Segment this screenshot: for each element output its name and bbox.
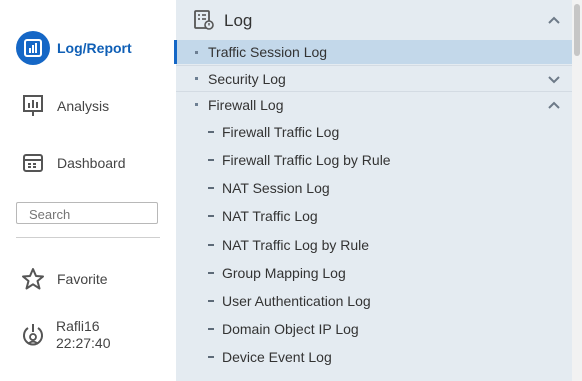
user-power-icon [16, 318, 50, 352]
star-icon [16, 262, 50, 296]
dash-icon [208, 187, 214, 189]
dash-icon [208, 272, 214, 274]
dash-icon [208, 244, 214, 246]
sidebar-item-favorite[interactable]: Favorite [16, 262, 108, 296]
section-label: Security Log [208, 71, 286, 87]
chevron-down-icon[interactable] [548, 72, 560, 88]
divider [16, 237, 160, 238]
list-item-label: Device Event Log [222, 349, 332, 365]
list-item-group-mapping-log[interactable]: Group Mapping Log [176, 265, 572, 283]
list-item-firewall-traffic-log-by-rule[interactable]: Firewall Traffic Log by Rule [176, 152, 572, 170]
list-item-nat-traffic-log[interactable]: NAT Traffic Log [176, 208, 572, 226]
sidebar-item-dashboard[interactable]: Dashboard [16, 146, 126, 180]
section-label: Firewall Log [208, 97, 284, 113]
log-list-icon [193, 9, 215, 36]
list-item-domain-object-ip-log[interactable]: Domain Object IP Log [176, 321, 572, 339]
dash-icon [208, 300, 214, 302]
list-item-nat-traffic-log-by-rule[interactable]: NAT Traffic Log by Rule [176, 237, 572, 255]
active-indicator [174, 40, 177, 64]
panel-title: Log [224, 11, 253, 30]
section-firewall-log[interactable]: Firewall Log [176, 92, 572, 117]
list-item-device-event-log[interactable]: Device Event Log [176, 349, 572, 367]
sidebar-item-label: Log/Report [57, 40, 132, 56]
sidebar-item-label: Analysis [57, 98, 110, 114]
bullet-icon [195, 103, 198, 106]
section-security-log[interactable]: Security Log [176, 66, 572, 91]
dashboard-icon [16, 146, 50, 180]
bullet-icon [195, 51, 198, 54]
sidebar: Log/Report Analysis Dashboard Search Fav… [0, 0, 176, 381]
user-time: 22:27:40 [56, 335, 111, 351]
analysis-icon [16, 89, 50, 123]
scrollbar[interactable] [572, 0, 582, 381]
sidebar-item-log-report[interactable]: Log/Report [16, 31, 132, 65]
list-item-label: NAT Traffic Log [222, 208, 318, 224]
list-item-label: Firewall Traffic Log by Rule [222, 152, 391, 168]
dash-icon [208, 159, 214, 161]
log-panel: Log Traffic Session Log Security Log Fir… [176, 0, 572, 381]
chevron-up-icon[interactable] [548, 12, 560, 28]
dash-icon [208, 131, 214, 133]
scrollbar-thumb[interactable] [574, 4, 580, 56]
dash-icon [208, 328, 214, 330]
user-name: Rafli16 [56, 318, 100, 334]
dash-icon [208, 215, 214, 217]
list-item-label: Domain Object IP Log [222, 321, 359, 337]
sidebar-item-analysis[interactable]: Analysis [16, 89, 109, 123]
bullet-icon [195, 77, 198, 80]
list-item-label: NAT Session Log [222, 180, 330, 196]
dash-icon [208, 356, 214, 358]
search-input[interactable] [16, 202, 158, 224]
log-section-header[interactable]: Log [176, 0, 572, 40]
list-item-label: Group Mapping Log [222, 265, 346, 281]
list-item-user-authentication-log[interactable]: User Authentication Log [176, 293, 572, 311]
list-item-firewall-traffic-log[interactable]: Firewall Traffic Log [176, 124, 572, 142]
chevron-up-icon[interactable] [548, 97, 560, 113]
list-item-nat-session-log[interactable]: NAT Session Log [176, 180, 572, 198]
list-item-label: User Authentication Log [222, 293, 371, 309]
sidebar-item-label: Dashboard [57, 155, 126, 171]
sidebar-item-label: Favorite [57, 271, 108, 287]
list-item-label: Firewall Traffic Log [222, 124, 340, 140]
list-item-traffic-session-log[interactable]: Traffic Session Log [176, 40, 572, 64]
list-item-label: Traffic Session Log [208, 44, 328, 60]
user-info[interactable]: Rafli16 22:27:40 [16, 318, 111, 352]
bar-chart-icon [16, 31, 50, 65]
list-item-label: NAT Traffic Log by Rule [222, 237, 370, 253]
